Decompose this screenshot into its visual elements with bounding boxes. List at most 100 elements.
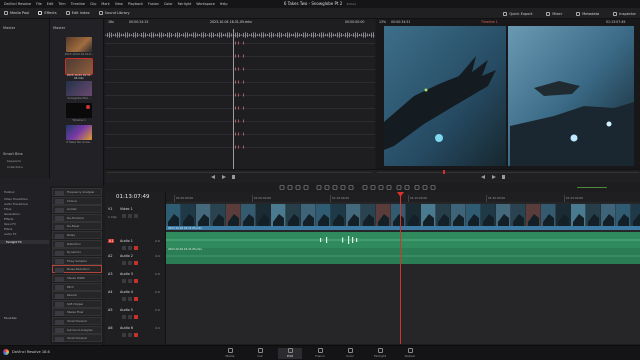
mute-icon[interactable]	[134, 214, 138, 218]
mixer-button[interactable]: Mixer	[546, 11, 562, 16]
track-header-a4[interactable]: A4 Audio 4 2.0	[105, 290, 166, 306]
effects-category-toolbox[interactable]: Toolbox	[4, 190, 15, 194]
page-tab-edit[interactable]: Edit	[278, 348, 302, 359]
source-zoom[interactable]: 16x	[108, 20, 114, 24]
mute-icon[interactable]	[134, 261, 138, 265]
track-name[interactable]: Audio 2	[120, 254, 133, 258]
solo-icon[interactable]	[128, 333, 132, 337]
menu-help[interactable]: Help	[220, 2, 228, 6]
effect-item[interactable]: Foley Sampler	[52, 256, 102, 265]
viewer-timeline-name[interactable]: Timeline 1	[481, 20, 498, 24]
menu-fusion[interactable]: Fusion	[148, 2, 159, 6]
track-header-a1[interactable]: A1 Audio 1 2.0	[105, 239, 166, 255]
smart-bin-keywords[interactable]: Keywords	[7, 159, 21, 163]
lock-icon[interactable]	[122, 315, 126, 319]
menu-trim[interactable]: Trim	[58, 2, 65, 6]
effect-item[interactable]: Limiter	[52, 205, 102, 214]
effect-item[interactable]: Reverb	[52, 291, 102, 300]
mute-icon[interactable]	[134, 246, 138, 250]
mute-icon[interactable]	[134, 279, 138, 283]
effect-item[interactable]: Delay	[52, 231, 102, 239]
track-header-a2[interactable]: A2 Audio 2 2.0	[105, 254, 166, 270]
page-tab-fairlight[interactable]: Fairlight	[368, 348, 392, 359]
solo-icon[interactable]	[128, 246, 132, 250]
effects-category-fairlight-fx[interactable]: Fairlight FX	[0, 240, 49, 244]
video-clip[interactable]	[166, 204, 640, 226]
effect-item[interactable]: Pitch	[52, 282, 102, 291]
track-name[interactable]: Audio 1	[120, 239, 133, 243]
clip-thumbnail[interactable]	[66, 125, 92, 140]
timeline-thumbnail[interactable]	[66, 103, 92, 118]
source-viewer[interactable]: 16x 00:00:24:15 2023-10-04 18-31-05.mkv …	[105, 19, 375, 169]
effects-category-titles[interactable]: Titles	[4, 207, 11, 211]
timeline-area[interactable]: 01:00:00:00 01:05:00:00 01:10:00:00 01:15:0…	[166, 192, 640, 344]
media-pool-button[interactable]: Media Pool	[4, 11, 29, 15]
lock-icon[interactable]	[122, 246, 126, 250]
solo-icon[interactable]	[128, 315, 132, 319]
quick-export-button[interactable]: Quick Export	[503, 11, 532, 16]
metadata-button[interactable]: Metadata	[576, 11, 599, 16]
menu-clip[interactable]: Clip	[90, 2, 96, 6]
effect-item[interactable]: Chorus	[52, 196, 102, 205]
smart-bin-collections[interactable]: Collections	[7, 165, 23, 169]
effect-item[interactable]: Vocal Channel	[52, 334, 102, 343]
effect-item[interactable]: Stereo Fixer	[52, 308, 102, 317]
track-name[interactable]: Video 1	[120, 207, 133, 211]
menu-mark[interactable]: Mark	[101, 2, 109, 6]
inspector-button[interactable]: Inspector	[613, 11, 636, 16]
sound-library-button[interactable]: Sound Library	[98, 11, 130, 15]
effect-item[interactable]: Stereo Width	[52, 274, 102, 282]
effect-item[interactable]: Noise Reduction	[52, 265, 102, 274]
page-tab-media[interactable]: Media	[218, 348, 242, 359]
effect-item[interactable]: Vocal Channel	[52, 317, 102, 325]
effect-item[interactable]: Frequency Analyzer	[52, 188, 102, 196]
lock-icon[interactable]	[122, 214, 126, 218]
track-header-a3[interactable]: A3 Audio 3 2.0	[105, 272, 166, 288]
track-header-v1[interactable]: V1 Video 11 Clip	[105, 207, 166, 223]
menu-file[interactable]: File	[36, 2, 42, 6]
lock-icon[interactable]	[122, 261, 126, 265]
effects-category-generators[interactable]: Generators	[4, 212, 20, 216]
mute-icon[interactable]	[134, 333, 138, 337]
viewer-zoom[interactable]: 13%	[379, 20, 386, 24]
page-tab-deliver[interactable]: Deliver	[398, 348, 422, 359]
solo-icon[interactable]	[128, 261, 132, 265]
solo-icon[interactable]	[128, 214, 132, 218]
page-tab-cut[interactable]: Cut	[248, 348, 272, 359]
timeline-viewer[interactable]: 13% 00:00:34:51 Timeline 1 01:13:07:49	[376, 19, 640, 169]
track-name[interactable]: Audio 6	[120, 326, 133, 330]
menu-color[interactable]: Color	[164, 2, 173, 6]
master-bin[interactable]: Master	[3, 26, 15, 30]
effects-category-audio-fx[interactable]: Audio FX	[4, 232, 16, 236]
track-name[interactable]: Audio 4	[120, 290, 133, 294]
clip-thumbnail-selected[interactable]	[65, 58, 93, 75]
lock-icon[interactable]	[122, 333, 126, 337]
effects-category-audio-transitions[interactable]: Audio Transitions	[4, 202, 28, 206]
mute-icon[interactable]	[134, 297, 138, 301]
menu-playback[interactable]: Playback	[128, 2, 143, 6]
track-name[interactable]: Audio 3	[120, 272, 133, 276]
playhead[interactable]	[400, 192, 401, 344]
track-name[interactable]: Audio 5	[120, 308, 133, 312]
clip-thumbnail[interactable]	[66, 37, 92, 52]
effect-item[interactable]: Distortion	[52, 239, 102, 248]
track-header-a6[interactable]: A6 Audio 6 2.0	[105, 326, 166, 342]
effects-category-open-fx[interactable]: Open FX	[4, 222, 16, 226]
menu-timeline[interactable]: Timeline	[71, 2, 85, 6]
menu-edit[interactable]: Edit	[47, 2, 54, 6]
menu-app[interactable]: DaVinci Resolve	[4, 2, 31, 6]
effect-item[interactable]: Dynamics	[52, 248, 102, 257]
effects-category-effects[interactable]: Effects	[4, 217, 14, 221]
effect-item[interactable]: Soft Clipper	[52, 299, 102, 308]
page-tab-fusion[interactable]: Fusion	[308, 348, 332, 359]
effects-button[interactable]: Effects	[38, 11, 57, 15]
mute-icon[interactable]	[134, 315, 138, 319]
track-header-a5[interactable]: A5 Audio 5 2.0	[105, 308, 166, 324]
effect-item[interactable]: Surround Analyzer	[52, 325, 102, 334]
page-tab-color[interactable]: Color	[338, 348, 362, 359]
clip-thumbnail[interactable]	[66, 81, 92, 96]
menu-workspace[interactable]: Workspace	[196, 2, 215, 6]
effects-category-video-transitions[interactable]: Video Transitions	[4, 197, 28, 201]
effects-category-filters[interactable]: Filters	[4, 227, 12, 231]
solo-icon[interactable]	[128, 297, 132, 301]
